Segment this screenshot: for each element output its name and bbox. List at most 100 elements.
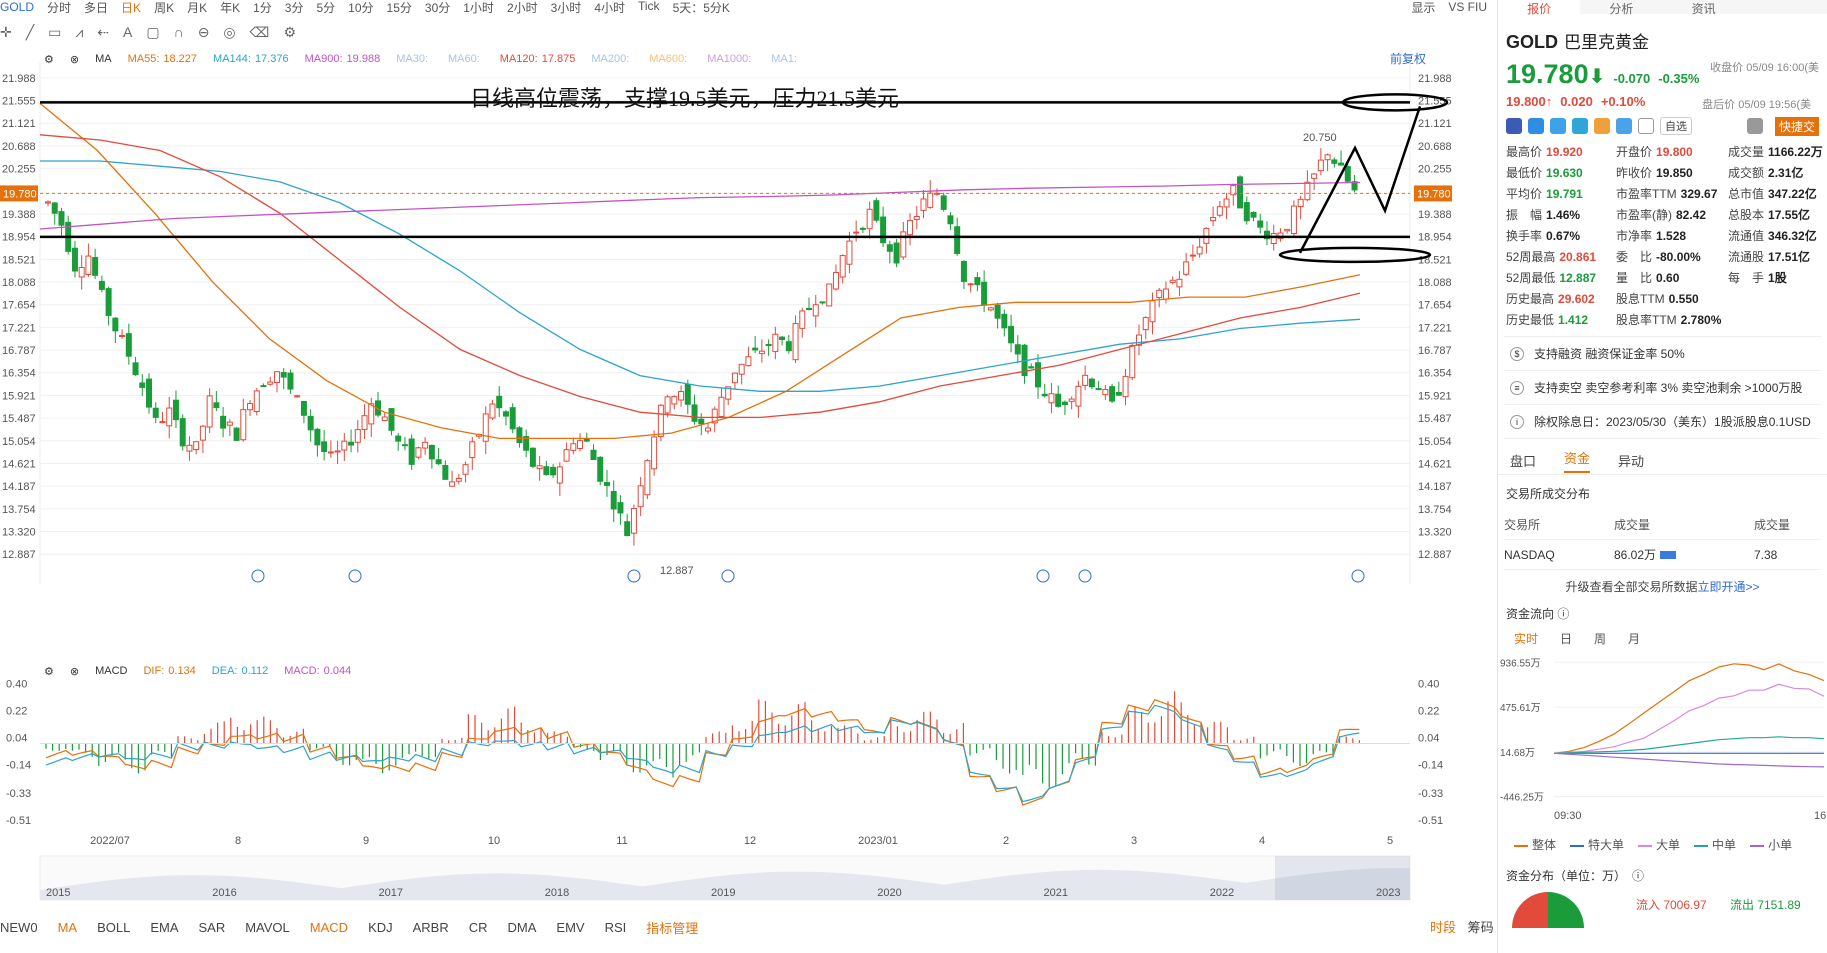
bell-icon[interactable]: [1747, 118, 1763, 134]
event-marker-icon[interactable]: [251, 569, 265, 583]
period-tab[interactable]: 月K: [187, 0, 207, 16]
vs-button[interactable]: VS FIU: [1448, 0, 1487, 14]
y-tick-label: 14.621: [2, 458, 36, 470]
period-tab[interactable]: 2小时: [507, 0, 538, 16]
stat-item: 流通值 346.32亿: [1728, 227, 1827, 244]
indicator-tab[interactable]: EMA: [150, 920, 178, 935]
analysis-annotation[interactable]: 日线高位震荡，支撑19.5美元，压力21.5美元: [470, 86, 899, 111]
indicator-tab[interactable]: NEW0: [0, 920, 38, 935]
event-marker-icon[interactable]: [1078, 569, 1092, 583]
period-tab[interactable]: 分时: [47, 0, 71, 16]
note-icon[interactable]: [1638, 118, 1654, 134]
flow-legend-item[interactable]: 大单: [1638, 836, 1680, 853]
candle-body: [671, 396, 678, 405]
indicator-tab[interactable]: KDJ: [368, 920, 393, 935]
event-marker-icon[interactable]: [627, 569, 641, 583]
info-icon[interactable]: ⓘ: [1632, 867, 1644, 884]
period-tab[interactable]: 3小时: [551, 0, 582, 16]
period-tab[interactable]: 10分: [348, 0, 373, 16]
event-marker-icon[interactable]: [1351, 569, 1365, 583]
period-tab[interactable]: 1小时: [463, 0, 494, 16]
candle-body: [1014, 344, 1021, 355]
tab-capital[interactable]: 资金: [1564, 448, 1591, 473]
session-button[interactable]: 时段: [1430, 920, 1456, 935]
period-tab[interactable]: Tick: [638, 0, 660, 16]
stat-key: 成交额: [1728, 166, 1765, 180]
indicator-tab[interactable]: RSI: [605, 920, 627, 935]
tab-analysis[interactable]: 分析: [1580, 0, 1662, 16]
upgrade-link[interactable]: 立即开通>>: [1697, 580, 1759, 594]
period-tab[interactable]: 3分: [285, 0, 304, 16]
notice-item[interactable]: i 除权除息日：2023/05/30（美东）1股派股息0.1USD: [1504, 405, 1821, 439]
flow-legend-item[interactable]: 整体: [1514, 836, 1556, 853]
indicator-tab[interactable]: DMA: [508, 920, 537, 935]
text-tool-icon[interactable]: A: [123, 24, 132, 40]
dollar-icon[interactable]: [1550, 118, 1566, 134]
macd-y-tick: -0.33: [6, 788, 31, 800]
rect-tool-icon[interactable]: ▭: [48, 24, 61, 41]
indicator-tab[interactable]: SAR: [198, 920, 225, 935]
tab-month[interactable]: 月: [1628, 630, 1640, 647]
flow-y-tick: 936.55万: [1500, 658, 1541, 669]
tab-day[interactable]: 日: [1560, 630, 1572, 647]
period-tab[interactable]: 多日: [84, 0, 108, 16]
indicator-tab[interactable]: MAVOL: [245, 920, 290, 935]
notice-item[interactable]: $ 支持融资 融资保证金率 50%: [1504, 337, 1821, 371]
indicator-tab[interactable]: BOLL: [97, 920, 130, 935]
indicator-manager-button[interactable]: 指标管理: [646, 918, 698, 937]
lightning-icon[interactable]: [1528, 118, 1544, 134]
magnet-icon[interactable]: ∩: [174, 24, 184, 40]
crosshair-icon[interactable]: ✛: [0, 24, 12, 41]
tab-more[interactable]: [1745, 0, 1827, 14]
period-tab[interactable]: 4小时: [594, 0, 625, 16]
indicator-tab[interactable]: CR: [469, 920, 488, 935]
flow-legend-item[interactable]: 特大单: [1570, 836, 1624, 853]
chips-button[interactable]: 筹码: [1468, 920, 1494, 935]
period-tab[interactable]: 日K: [121, 0, 141, 16]
share-icon[interactable]: [1572, 118, 1588, 134]
y-tick-label-right: 18.521: [1418, 254, 1452, 266]
event-marker-icon[interactable]: [348, 569, 362, 583]
period-tab[interactable]: 15分: [387, 0, 412, 16]
tab-realtime[interactable]: 实时: [1514, 630, 1538, 647]
flow-legend-item[interactable]: 小单: [1750, 836, 1792, 853]
tab-news[interactable]: 资讯: [1663, 0, 1745, 16]
kline-chart[interactable]: 21.988 21.98821.555 21.55521.121 21.12120.6…: [0, 44, 1495, 914]
x-tick-label: 12: [744, 835, 756, 847]
period-tab[interactable]: 5天：5分K: [673, 0, 730, 16]
indicator-tab[interactable]: MA: [58, 920, 78, 935]
line-tool-icon[interactable]: ╱: [26, 24, 34, 41]
comment-icon[interactable]: ▢: [146, 24, 159, 41]
arrow-tool-icon[interactable]: ⇠: [97, 24, 109, 41]
watchlist-button[interactable]: 自选: [1660, 117, 1692, 135]
period-tab[interactable]: 5分: [316, 0, 335, 16]
y-tick-label: 19.388: [2, 209, 36, 221]
info-icon[interactable]: ⓘ: [1557, 607, 1569, 621]
notice-item[interactable]: ≡ 支持卖空 卖空参考利率 3% 卖空池剩余 >1000万股: [1504, 371, 1821, 405]
indicator-tab[interactable]: ARBR: [413, 920, 449, 935]
fib-tool-icon[interactable]: ⩘: [75, 24, 83, 41]
period-tab[interactable]: 1分: [253, 0, 272, 16]
indicator-tab[interactable]: EMV: [556, 920, 584, 935]
indicator-tab[interactable]: MACD: [310, 920, 348, 935]
period-tab[interactable]: 30分: [425, 0, 450, 16]
tag-icon[interactable]: [1616, 118, 1632, 134]
trash-icon[interactable]: ⌫: [250, 24, 270, 41]
tab-week[interactable]: 周: [1594, 630, 1606, 647]
period-tab[interactable]: 周K: [154, 0, 174, 16]
event-marker-icon[interactable]: [1036, 569, 1050, 583]
quick-trade-button[interactable]: 快捷交: [1774, 116, 1819, 136]
event-marker-icon[interactable]: [721, 569, 735, 583]
display-menu[interactable]: 显示: [1411, 0, 1435, 16]
tab-quote[interactable]: 报价: [1498, 0, 1581, 16]
symbol-label[interactable]: GOLD: [0, 0, 34, 14]
tab-orderbook[interactable]: 盘口: [1510, 451, 1536, 470]
flow-legend-item[interactable]: 中单: [1694, 836, 1736, 853]
period-tab[interactable]: 年K: [220, 0, 240, 16]
eye-icon[interactable]: ◎: [223, 24, 235, 41]
option-icon[interactable]: [1594, 118, 1610, 134]
projection-arrow[interactable]: [1298, 105, 1422, 254]
tab-movement[interactable]: 异动: [1618, 451, 1644, 470]
settings-icon[interactable]: ⚙: [283, 24, 296, 41]
lock-icon[interactable]: ⊖: [198, 24, 210, 41]
